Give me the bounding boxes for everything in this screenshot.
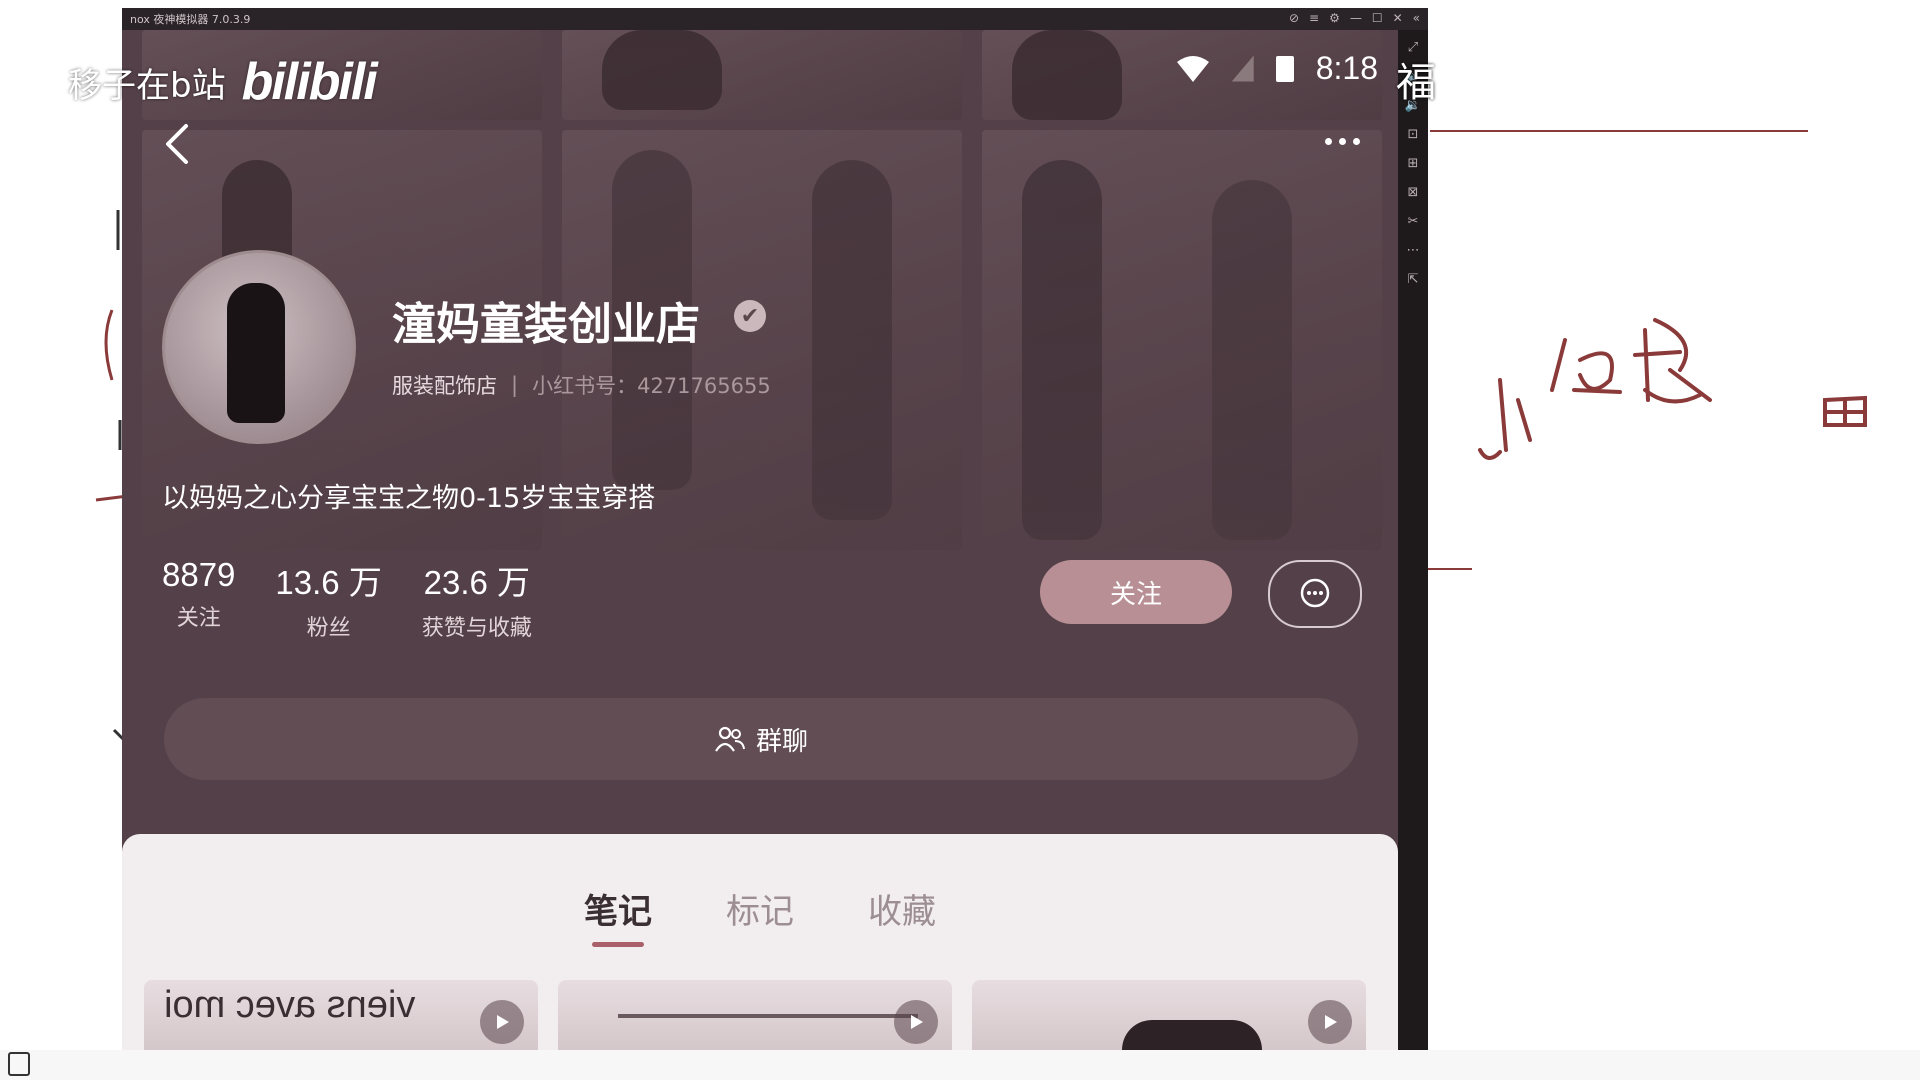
- subline-separator: |: [511, 373, 519, 397]
- group-icon: [715, 726, 745, 752]
- more-options-icon[interactable]: [1325, 138, 1360, 145]
- profile-name: 潼妈童装创业店: [392, 299, 700, 350]
- note-card[interactable]: viens avec moi: [144, 980, 538, 1050]
- bottom-strip: [0, 1050, 1920, 1080]
- play-icon: [894, 1000, 938, 1044]
- chat-bubble-icon: [1300, 578, 1330, 608]
- play-icon: [1308, 1000, 1352, 1044]
- stat-following-label: 关注: [176, 606, 221, 631]
- whiteboard-line-bottom: [1428, 568, 1472, 570]
- profile-bio: 以妈妈之心分享宝宝之物0-15岁宝宝穿搭: [162, 483, 656, 514]
- profile-tabs: 笔记 标记 收藏: [122, 884, 1398, 947]
- install-apk-icon[interactable]: ⊞: [1408, 156, 1419, 171]
- whiteboard-left-marks: [95, 210, 129, 742]
- stat-fans-label: 粉丝: [306, 616, 351, 641]
- stat-likes[interactable]: 23.6 万 获赞与收藏: [422, 556, 532, 642]
- note-card[interactable]: [558, 980, 952, 1050]
- edge-character: 福: [1396, 60, 1436, 106]
- external-link-icon[interactable]: ⇱: [1408, 272, 1419, 287]
- window-controls: ⊘ ≡ ⚙ — ☐ ✕ «: [1289, 11, 1420, 25]
- verified-badge-icon: ✔: [734, 300, 766, 332]
- signal-icon: [1231, 55, 1254, 82]
- profile-subline: 服装配饰店 | 小红书号：4271765655: [392, 370, 771, 400]
- stat-fans[interactable]: 13.6 万 粉丝: [275, 556, 381, 642]
- scissors-icon[interactable]: ✂: [1408, 214, 1419, 229]
- group-chat-button[interactable]: 群聊: [164, 698, 1358, 780]
- status-time: 8:18: [1315, 50, 1378, 86]
- screen-icon[interactable]: ⊡: [1408, 127, 1419, 142]
- emulator-title: nox 夜神模拟器 7.0.3.9: [130, 13, 251, 26]
- file-icon: [8, 1052, 30, 1076]
- content-panel: 笔记 标记 收藏 viens avec moi: [122, 834, 1398, 1050]
- wifi-icon: [1176, 55, 1209, 82]
- tab-notes[interactable]: 笔记: [584, 884, 652, 947]
- minimize-icon[interactable]: —: [1350, 11, 1362, 25]
- emulator-toolbar: ⤢ 🔈 🔉 ⊡ ⊞ ⊠ ✂ ⋯ ⇱: [1398, 30, 1428, 1050]
- phone-screen: 8:18 潼妈童装创业店 ✔ 服装配饰店 | 小红书号：4271765655 以…: [122, 30, 1398, 1050]
- uploader-name: 移子在b站: [68, 65, 226, 106]
- stat-likes-count: 23.6 万: [423, 564, 531, 601]
- menu-icon[interactable]: ≡: [1309, 11, 1319, 25]
- profile-category: 服装配饰店: [392, 374, 497, 398]
- whiteboard-handwriting: [1478, 318, 1867, 460]
- red-id: 小红书号：4271765655: [532, 374, 771, 398]
- back-arrow-icon[interactable]: [162, 122, 192, 166]
- emulator-titlebar: nox 夜神模拟器 7.0.3.9 ⊘ ≡ ⚙ — ☐ ✕ «: [122, 8, 1428, 30]
- emulator-window: nox 夜神模拟器 7.0.3.9 ⊘ ≡ ⚙ — ☐ ✕ « ⤢ 🔈 🔉 ⊡ …: [122, 8, 1428, 1050]
- avatar[interactable]: [162, 250, 356, 444]
- status-bar: 8:18: [1176, 50, 1378, 87]
- tab-marks[interactable]: 标记: [726, 884, 794, 947]
- play-icon: [480, 1000, 524, 1044]
- stat-following-count: 8879: [162, 556, 236, 593]
- stat-fans-count: 13.6 万: [275, 564, 382, 601]
- settings-icon[interactable]: ⚙: [1329, 11, 1340, 25]
- stat-likes-label: 获赞与收藏: [421, 616, 532, 641]
- video-watermark: 移子在b站 bilibili: [68, 52, 378, 112]
- battery-icon: [1275, 55, 1294, 82]
- note-grid: viens avec moi: [144, 980, 1366, 1050]
- close-icon[interactable]: ✕: [1393, 11, 1403, 25]
- follow-button[interactable]: 关注: [1040, 560, 1232, 624]
- collapse-icon[interactable]: «: [1413, 11, 1420, 25]
- message-button[interactable]: [1268, 560, 1362, 628]
- stat-following[interactable]: 8879 关注: [162, 556, 235, 642]
- bilibili-logo: bilibili: [241, 53, 378, 111]
- screenshot-icon[interactable]: ⊠: [1408, 185, 1419, 200]
- whiteboard-line-top: [1430, 130, 1808, 132]
- tab-collections[interactable]: 收藏: [868, 884, 936, 947]
- group-chat-label: 群聊: [755, 726, 808, 757]
- note-card[interactable]: [972, 980, 1366, 1050]
- profile-stats: 8879 关注 13.6 万 粉丝 23.6 万 获赞与收藏: [162, 556, 532, 642]
- more-tools-icon[interactable]: ⋯: [1407, 243, 1420, 258]
- maximize-icon[interactable]: ☐: [1372, 11, 1383, 25]
- help-icon[interactable]: ⊘: [1289, 11, 1299, 25]
- note-card-text: viens avec moi: [164, 984, 416, 1026]
